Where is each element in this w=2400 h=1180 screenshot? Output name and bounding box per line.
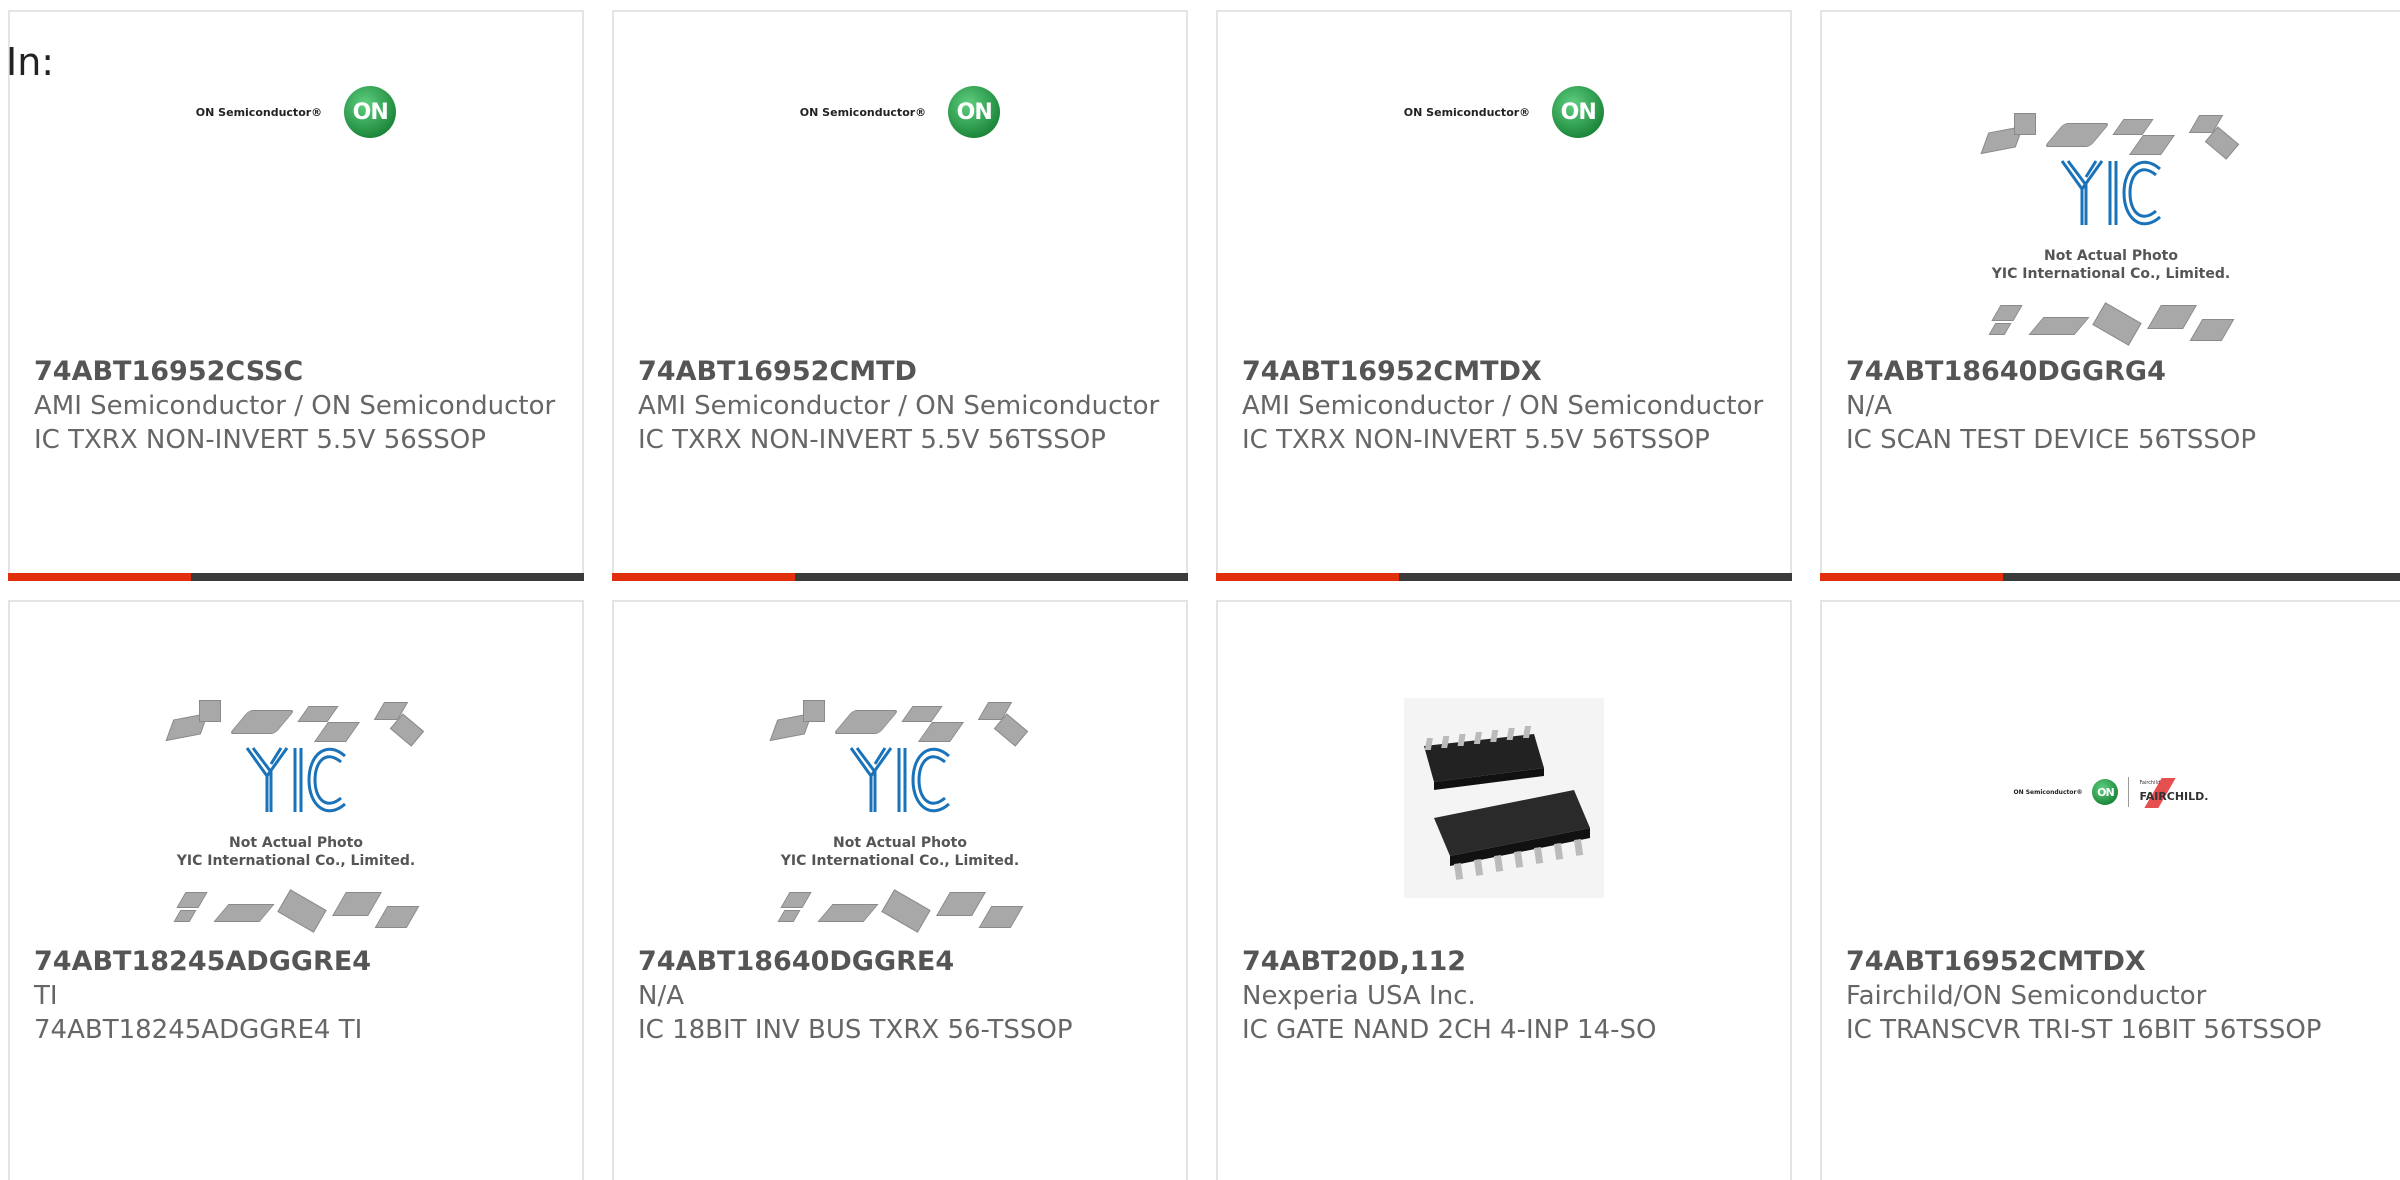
description: IC SCAN TEST DEVICE 56TSSOP [1846, 425, 2257, 455]
yic-caption: Not Actual Photo YIC International Co., … [176, 835, 416, 869]
product-card[interactable]: ON Semiconductor® ON 74ABT16952CMTD AMI … [612, 10, 1188, 581]
part-number-link[interactable]: 74ABT16952CMTDX [1846, 945, 2376, 979]
description: IC TXRX NON-INVERT 5.5V 56TSSOP [638, 425, 1106, 455]
manufacturer: AMI Semiconductor / ON Semiconductor [638, 391, 1160, 421]
manufacturer: Nexperia USA Inc. [1242, 981, 1476, 1011]
yic-logo-icon [849, 747, 950, 813]
product-card[interactable]: ON Semiconductor® ON 74ABT16952CSSC AMI … [8, 10, 584, 581]
description: 74ABT18245ADGGRE4 TI [34, 1015, 363, 1045]
yic-logo-icon [2060, 159, 2161, 225]
part-number-link[interactable]: 74ABT18245ADGGRE4 [34, 945, 558, 979]
product-grid: ON Semiconductor® ON 74ABT16952CSSC AMI … [0, 0, 2400, 1180]
product-card[interactable]: Not Actual Photo YIC International Co., … [612, 600, 1188, 1180]
description: IC 18BIT INV BUS TXRX 56-TSSOP [638, 1015, 1073, 1045]
product-image[interactable]: Not Actual Photo YIC International Co., … [1822, 107, 2400, 352]
yic-logo-icon [245, 747, 346, 813]
product-image[interactable]: ON Semiconductor® ON Fairchild FAIRCHILD… [1822, 652, 2400, 942]
product-image[interactable]: ON Semiconductor® ON [614, 52, 1186, 352]
card-bottom-bar [8, 573, 584, 581]
product-image[interactable]: Not Actual Photo YIC International Co., … [614, 692, 1186, 942]
description: IC TRANSCVR TRI-ST 16BIT 56TSSOP [1846, 1015, 2322, 1045]
on-fairchild-logo: ON Semiconductor® ON Fairchild FAIRCHILD… [2014, 777, 2208, 808]
product-card[interactable]: ON Semiconductor® ON Fairchild FAIRCHILD… [1820, 600, 2400, 1180]
on-semiconductor-logo: ON Semiconductor® ON [196, 86, 397, 138]
description: IC TXRX NON-INVERT 5.5V 56TSSOP [1242, 425, 1710, 455]
manufacturer: N/A [1846, 391, 1892, 421]
description: IC TXRX NON-INVERT 5.5V 56SSOP [34, 425, 486, 455]
product-image[interactable]: ON Semiconductor® ON [1218, 52, 1790, 352]
part-number-link[interactable]: 74ABT20D,112 [1242, 945, 1766, 979]
part-number-link[interactable]: 74ABT16952CMTD [638, 355, 1162, 389]
product-card[interactable]: 74ABT20D,112 Nexperia USA Inc. IC GATE N… [1216, 600, 1792, 1180]
product-card[interactable]: Not Actual Photo YIC International Co., … [8, 600, 584, 1180]
description: IC GATE NAND 2CH 4-INP 14-SO [1242, 1015, 1657, 1045]
product-card[interactable]: Not Actual Photo YIC International Co., … [1820, 10, 2400, 581]
card-bottom-bar [1820, 573, 2400, 581]
yic-placeholder-image: Not Actual Photo YIC International Co., … [1976, 105, 2246, 355]
product-image[interactable]: Not Actual Photo YIC International Co., … [10, 692, 582, 942]
soic-package-photo [1404, 698, 1604, 898]
soic-chip-icon [1424, 726, 1590, 880]
product-image[interactable]: ON Semiconductor® ON [10, 52, 582, 352]
filter-in-label: In: [6, 40, 55, 84]
card-bottom-bar [612, 573, 1188, 581]
product-card[interactable]: ON Semiconductor® ON 74ABT16952CMTDX AMI… [1216, 10, 1792, 581]
manufacturer: Fairchild/ON Semiconductor [1846, 981, 2207, 1011]
part-number-link[interactable]: 74ABT16952CSSC [34, 355, 558, 389]
on-semiconductor-logo: ON Semiconductor® ON [1404, 86, 1605, 138]
product-image[interactable] [1218, 662, 1790, 942]
on-semiconductor-logo: ON Semiconductor® ON [800, 86, 1001, 138]
manufacturer: AMI Semiconductor / ON Semiconductor [1242, 391, 1764, 421]
part-number-link[interactable]: 74ABT16952CMTDX [1242, 355, 1766, 389]
yic-caption: Not Actual Photo YIC International Co., … [780, 835, 1020, 869]
part-number-link[interactable]: 74ABT18640DGGRG4 [1846, 355, 2376, 389]
yic-placeholder-image: Not Actual Photo YIC International Co., … [765, 692, 1035, 942]
manufacturer: N/A [638, 981, 684, 1011]
yic-placeholder-image: Not Actual Photo YIC International Co., … [161, 692, 431, 942]
manufacturer: TI [34, 981, 58, 1011]
card-bottom-bar [1216, 573, 1792, 581]
part-number-link[interactable]: 74ABT18640DGGRE4 [638, 945, 1162, 979]
manufacturer: AMI Semiconductor / ON Semiconductor [34, 391, 556, 421]
yic-caption: Not Actual Photo YIC International Co., … [1991, 247, 2231, 282]
